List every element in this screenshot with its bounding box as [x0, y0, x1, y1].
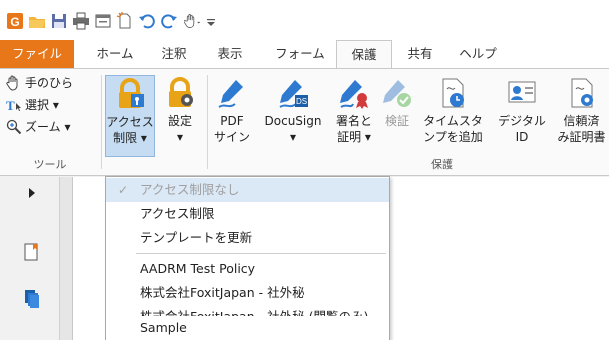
app-logo-icon[interactable]: G: [6, 12, 24, 30]
menu-item-update-template[interactable]: テンプレートを更新: [106, 226, 389, 250]
menu-item-confidential[interactable]: 株式会社FoxitJapan - 社外秘: [106, 281, 389, 305]
new-icon[interactable]: [116, 12, 134, 30]
settings-label-1: 設定: [167, 114, 192, 128]
pdf-sign-label-2: サイン: [213, 130, 250, 144]
validate-label: 検証: [384, 114, 409, 128]
select-tool-button[interactable]: T 選択 ▾: [6, 95, 59, 115]
timestamp-icon: [442, 78, 464, 108]
trusted-certificates-label-2: み証明書: [557, 130, 606, 144]
menu-item-label: Sample: [140, 320, 187, 335]
digital-id-label-2: ID: [515, 130, 529, 144]
tab-protect[interactable]: 保護: [336, 40, 392, 69]
tab-file[interactable]: ファイル: [0, 40, 74, 68]
save-icon[interactable]: [50, 12, 68, 30]
tools-group-label: ツール: [33, 158, 67, 171]
navigation-panel: [0, 177, 60, 340]
digital-id-icon: [508, 81, 536, 103]
pdf-sign-icon: [218, 80, 243, 108]
tab-view[interactable]: 表示: [208, 40, 252, 68]
menu-item-label: アクセス制限: [140, 206, 215, 221]
svg-text:G: G: [10, 15, 19, 29]
trusted-certificates-label-1: 信頼済: [563, 114, 600, 128]
window-icon[interactable]: [94, 12, 112, 30]
hand-tool-label: 手のひら: [25, 76, 74, 90]
hand-tool-button[interactable]: 手のひら: [6, 73, 73, 93]
add-timestamp-button[interactable]: タイムスタ ンプを追加: [420, 75, 486, 145]
tab-help[interactable]: ヘルプ: [450, 40, 506, 68]
select-tool-label: 選択 ▾: [25, 98, 59, 112]
group-divider: [207, 75, 208, 169]
menu-item-aadrm-test-policy[interactable]: AADRM Test Policy: [106, 257, 389, 281]
undo-icon[interactable]: [138, 12, 156, 30]
menu-item-no-restriction[interactable]: ✓ アクセス制限なし: [106, 178, 389, 202]
menu-item-sample[interactable]: Sample: [106, 316, 389, 340]
protect-group-label: 保護: [431, 158, 453, 171]
access-restrict-icon: [119, 78, 144, 108]
trusted-certificates-button[interactable]: 信頼済 み証明書: [554, 75, 609, 145]
settings-button[interactable]: 設定 ▾: [160, 75, 200, 145]
zoom-icon: [6, 119, 22, 135]
access-restrict-button[interactable]: アクセス 制限 ▾: [105, 75, 155, 157]
sign-certify-label-1: 署名と: [335, 114, 372, 128]
sign-certify-button[interactable]: 署名と 証明 ▾: [332, 75, 376, 145]
sign-certify-label-2: 証明 ▾: [337, 130, 371, 144]
docusign-label-1: DocuSign: [264, 114, 322, 128]
ribbon-tab-bar: ファイル ホーム 注釈 表示 フォーム 保護 共有 ヘルプ: [0, 40, 609, 69]
trusted-cert-icon: [571, 78, 593, 108]
menu-item-access-restrict[interactable]: アクセス制限: [106, 202, 389, 226]
docusign-button[interactable]: DS DocuSign ▾: [260, 75, 326, 145]
pdf-sign-label-1: PDF: [220, 114, 244, 128]
ribbon-panel: 手のひら T 選択 ▾ ズーム ▾ ツール アクセス 制限 ▾ 設定 ▾ PDF…: [0, 68, 609, 176]
docusign-label-2: ▾: [289, 130, 297, 144]
menu-item-label: 株式会社FoxitJapan - 社外秘: [140, 285, 305, 300]
zoom-tool-label: ズーム ▾: [25, 120, 71, 134]
open-folder-icon[interactable]: [28, 12, 46, 30]
digital-id-label-1: デジタル: [498, 114, 546, 128]
settings-label-2: ▾: [176, 130, 184, 144]
print-icon[interactable]: [72, 12, 90, 30]
redo-icon[interactable]: [160, 12, 178, 30]
validate-icon: [383, 80, 411, 107]
sign-certify-icon: [340, 80, 368, 109]
bookmark-icon[interactable]: [24, 243, 38, 264]
validate-button[interactable]: 検証: [380, 75, 414, 129]
add-timestamp-label-1: タイムスタ: [423, 114, 483, 128]
access-restrict-label-1: アクセス: [106, 115, 154, 129]
check-icon: ✓: [118, 183, 129, 197]
menu-item-label: アクセス制限なし: [140, 182, 240, 197]
menu-separator: [136, 253, 386, 254]
pdf-sign-button[interactable]: PDF サイン: [212, 75, 252, 145]
docusign-icon: DS: [279, 80, 308, 108]
tab-home[interactable]: ホーム: [84, 40, 146, 68]
menu-item-label: テンプレートを更新: [140, 230, 253, 245]
group-divider: [101, 75, 102, 169]
access-restrict-label-2: 制限 ▾: [113, 131, 147, 145]
quick-access-toolbar: G: [0, 0, 609, 40]
menu-item-label: AADRM Test Policy: [140, 261, 256, 276]
zoom-tool-button[interactable]: ズーム ▾: [6, 117, 70, 137]
hand-tool-icon[interactable]: [182, 12, 204, 30]
add-timestamp-label-2: ンプを追加: [423, 130, 483, 144]
expand-arrow-icon[interactable]: [28, 187, 36, 201]
digital-id-button[interactable]: デジタル ID: [496, 75, 548, 145]
pages-icon[interactable]: [24, 289, 40, 312]
tab-share[interactable]: 共有: [398, 40, 442, 68]
svg-text:T: T: [6, 98, 15, 113]
tab-form[interactable]: フォーム: [265, 40, 335, 68]
select-text-icon: T: [6, 98, 21, 113]
hand-icon: [6, 75, 18, 91]
svg-text:DS: DS: [296, 97, 307, 106]
settings-lock-icon: [169, 77, 193, 107]
tab-annotate[interactable]: 注釈: [152, 40, 196, 68]
customize-icon[interactable]: [206, 12, 216, 30]
